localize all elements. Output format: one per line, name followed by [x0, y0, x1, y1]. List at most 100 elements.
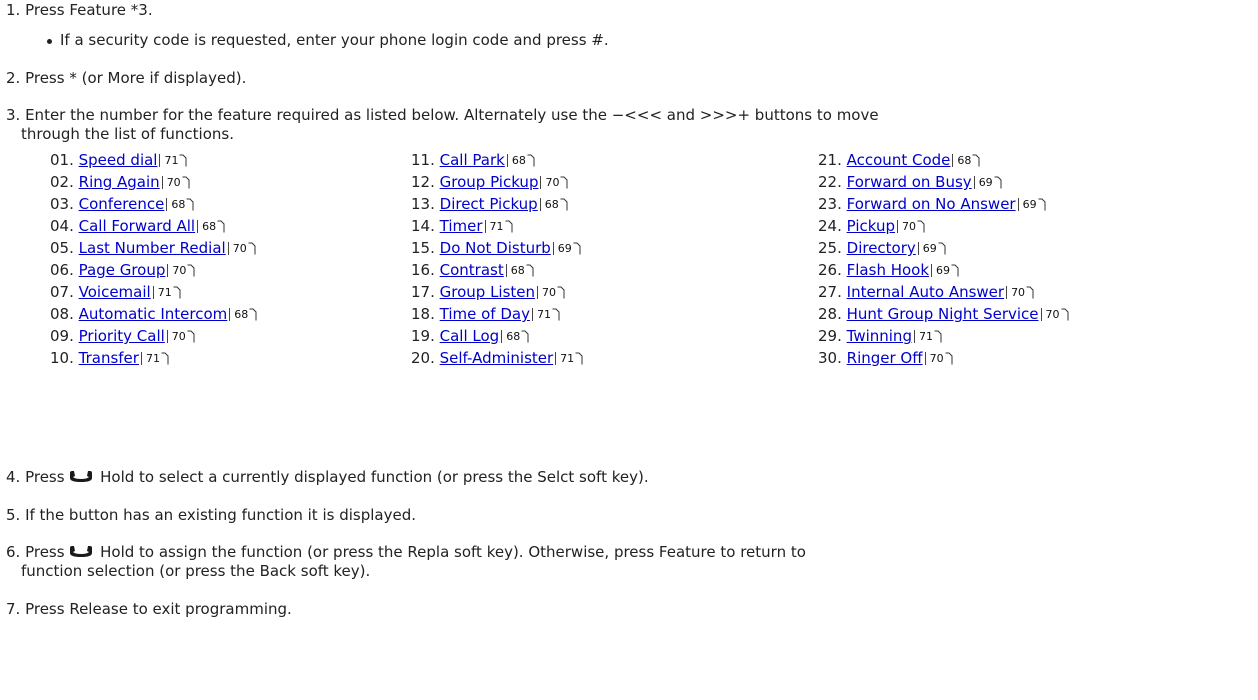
function-item: 11. Call Park 68: [411, 151, 535, 169]
function-number: 26.: [818, 261, 842, 279]
page-reference[interactable]: 68: [229, 308, 257, 321]
page-reference[interactable]: 68: [166, 198, 194, 211]
function-link[interactable]: Directory: [847, 239, 916, 257]
function-link[interactable]: Voicemail: [79, 283, 151, 301]
function-item: 26. Flash Hook 69: [818, 261, 959, 279]
function-link[interactable]: Timer: [440, 217, 483, 235]
function-link[interactable]: Transfer: [79, 349, 139, 367]
function-link[interactable]: Conference: [79, 195, 165, 213]
function-link[interactable]: Ring Again: [79, 173, 160, 191]
page-reference[interactable]: 71: [140, 352, 169, 365]
step-4: 4. Press Hold to select a currently disp…: [6, 468, 649, 488]
function-link[interactable]: Group Listen: [440, 283, 535, 301]
page-reference[interactable]: 71: [484, 220, 513, 233]
page-reference[interactable]: 70: [540, 176, 568, 189]
page-number: 70: [1011, 286, 1026, 299]
page-reference[interactable]: 69: [1017, 198, 1046, 211]
function-link[interactable]: Group Pickup: [440, 173, 539, 191]
page-reference[interactable]: 70: [227, 242, 256, 255]
step-3-line-1: 3. Enter the number for the feature requ…: [6, 106, 879, 124]
function-number: 29.: [818, 327, 842, 345]
page-reference[interactable]: 71: [152, 286, 181, 299]
function-item: 09. Priority Call 70: [50, 327, 195, 345]
page-number: 68: [171, 198, 186, 211]
page-reference[interactable]: 71: [555, 352, 583, 365]
function-link[interactable]: Direct Pickup: [440, 195, 538, 213]
page-reference[interactable]: 69: [973, 176, 1002, 189]
page-reference[interactable]: 68: [506, 154, 535, 167]
function-number: 21.: [818, 151, 842, 169]
page-reference[interactable]: 69: [917, 242, 946, 255]
function-link[interactable]: Forward on No Answer: [847, 195, 1016, 213]
page-reference[interactable]: 70: [924, 352, 953, 365]
function-number: 03.: [50, 195, 74, 213]
function-item: 23. Forward on No Answer 69: [818, 195, 1046, 213]
function-link[interactable]: Automatic Intercom: [79, 305, 228, 323]
function-link[interactable]: Twinning: [847, 327, 912, 345]
page-number: 70: [172, 264, 187, 277]
page-reference[interactable]: 71: [913, 330, 942, 343]
page-reference[interactable]: 68: [501, 330, 529, 343]
function-link[interactable]: Call Park: [440, 151, 505, 169]
function-link[interactable]: Forward on Busy: [847, 173, 972, 191]
function-link[interactable]: Call Forward All: [79, 217, 195, 235]
page-number: 68: [202, 220, 217, 233]
page-number: 70: [545, 176, 560, 189]
function-link[interactable]: Ringer Off: [847, 349, 923, 367]
handset-icon: [69, 545, 93, 563]
page-reference[interactable]: 70: [167, 264, 195, 277]
function-link[interactable]: Internal Auto Answer: [847, 283, 1004, 301]
function-link[interactable]: Priority Call: [79, 327, 165, 345]
function-number: 04.: [50, 217, 74, 235]
page-reference[interactable]: 70: [897, 220, 925, 233]
function-link[interactable]: Account Code: [847, 151, 951, 169]
function-link[interactable]: Pickup: [847, 217, 895, 235]
page-reference[interactable]: 70: [1040, 308, 1069, 321]
page-number: 70: [542, 286, 557, 299]
function-link[interactable]: Last Number Redial: [79, 239, 226, 257]
step-6-number: 6. Press: [6, 543, 65, 561]
function-number: 10.: [50, 349, 74, 367]
function-item: 16. Contrast 68: [411, 261, 534, 279]
function-item: 03. Conference 68: [50, 195, 194, 213]
function-link[interactable]: Page Group: [79, 261, 166, 279]
function-link[interactable]: Do Not Disturb: [440, 239, 551, 257]
page-reference[interactable]: 71: [531, 308, 560, 321]
step-6-text: Hold to assign the function (or press th…: [100, 543, 806, 561]
function-number: 01.: [50, 151, 74, 169]
function-link[interactable]: Hunt Group Night Service: [847, 305, 1039, 323]
page-reference[interactable]: 70: [166, 330, 195, 343]
function-number: 09.: [50, 327, 74, 345]
step-6-line-2: function selection (or press the Back so…: [21, 562, 371, 580]
page-reference[interactable]: 69: [552, 242, 581, 255]
function-number: 25.: [818, 239, 842, 257]
function-link[interactable]: Flash Hook: [847, 261, 929, 279]
function-link[interactable]: Speed dial: [79, 151, 158, 169]
page-reference[interactable]: 70: [1006, 286, 1034, 299]
step-6-line-1: 6. Press Hold to assign the function (or…: [6, 543, 806, 563]
page-number: 68: [506, 330, 521, 343]
page-reference[interactable]: 71: [159, 154, 187, 167]
page-reference[interactable]: 68: [952, 154, 980, 167]
step-4-text: Hold to select a currently displayed fun…: [100, 468, 649, 486]
step-1: 1. Press Feature *3.: [6, 1, 153, 19]
page-reference[interactable]: 68: [505, 264, 534, 277]
function-item: 13. Direct Pickup 68: [411, 195, 568, 213]
page-number: 71: [157, 286, 172, 299]
function-item: 06. Page Group 70: [50, 261, 195, 279]
page-reference[interactable]: 69: [931, 264, 959, 277]
page-reference[interactable]: 70: [161, 176, 190, 189]
function-link[interactable]: Time of Day: [440, 305, 530, 323]
function-number: 24.: [818, 217, 842, 235]
function-number: 11.: [411, 151, 435, 169]
page-reference[interactable]: 68: [539, 198, 568, 211]
function-link[interactable]: Contrast: [440, 261, 504, 279]
function-item: 02. Ring Again 70: [50, 173, 190, 191]
page-number: 70: [1045, 308, 1060, 321]
function-link[interactable]: Self-Administer: [440, 349, 554, 367]
function-item: 04. Call Forward All 68: [50, 217, 225, 235]
page-reference[interactable]: 70: [537, 286, 565, 299]
function-link[interactable]: Call Log: [440, 327, 500, 345]
function-item: 28. Hunt Group Night Service 70: [818, 305, 1069, 323]
page-reference[interactable]: 68: [197, 220, 225, 233]
